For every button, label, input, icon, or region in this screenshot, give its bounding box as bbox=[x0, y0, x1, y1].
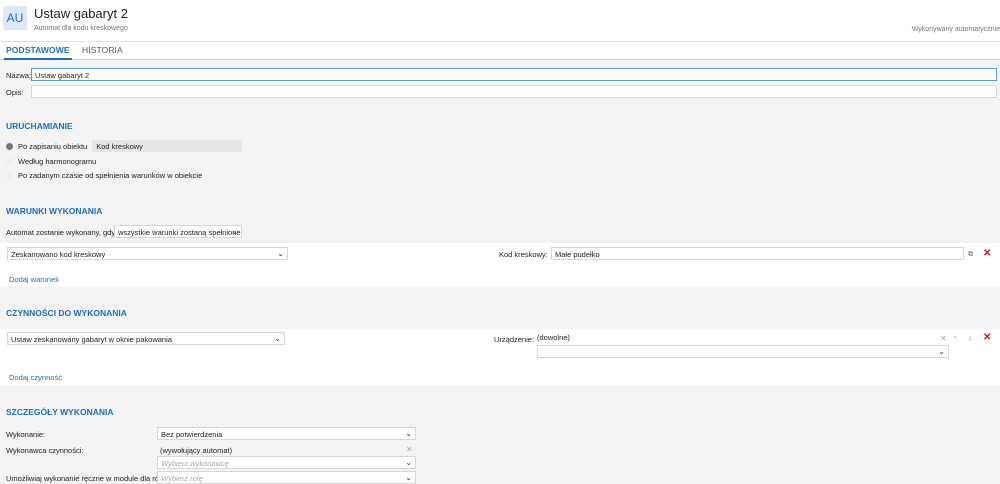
name-label: Nazwa: bbox=[6, 71, 32, 80]
executor-label: Wykonawca czynności: bbox=[6, 446, 84, 455]
conditions-section-title: WARUNKI WYKONANIA bbox=[6, 206, 103, 216]
delete-condition-icon[interactable]: ✕ bbox=[983, 249, 991, 259]
action-type-select[interactable]: Ustaw zeskanowany gabaryt w oknie pakowa… bbox=[7, 332, 285, 345]
arrow-down-icon[interactable]: ↓ bbox=[968, 333, 972, 343]
conditions-mode-value: wszystkie warunki zostaną spełnione bbox=[118, 228, 241, 237]
action-type-value: Ustaw zeskanowany gabaryt w oknie pakowa… bbox=[11, 335, 172, 344]
actions-section-title: CZYNNOŚCI DO WYKONANIA bbox=[6, 308, 127, 318]
manual-roles-placeholder: Wybierz rolę bbox=[161, 474, 203, 483]
open-link-icon[interactable]: ⧉ bbox=[968, 250, 973, 260]
details-section-title: SZCZEGÓŁY WYKONANIA bbox=[6, 407, 114, 417]
tab-basic[interactable]: PODSTAWOWE bbox=[4, 45, 72, 60]
execution-status: Wykonywany automatycznie bbox=[911, 26, 1000, 33]
delete-action-icon[interactable]: ✕ bbox=[983, 333, 991, 343]
chevron-down-icon: ⌄ bbox=[277, 249, 284, 258]
radio-unchecked-icon[interactable] bbox=[6, 171, 13, 179]
manual-roles-select[interactable]: Wybierz rolę ⌄ bbox=[157, 471, 416, 484]
trigger-option-schedule[interactable]: Według harmonogramu bbox=[6, 155, 96, 167]
add-action-link[interactable]: Dodaj czynność bbox=[9, 373, 62, 382]
clear-executor-icon[interactable]: ✕ bbox=[406, 445, 413, 455]
executor-placeholder: Wybierz wykonawcę bbox=[161, 459, 229, 468]
trigger-option-delay[interactable]: Po zadanym czasie od spełnienia warunków… bbox=[6, 169, 202, 181]
chevron-down-icon: ⌄ bbox=[231, 227, 238, 236]
trigger-option-label: Po zapisaniu obiektu bbox=[18, 141, 88, 151]
tab-history[interactable]: HISTORIA bbox=[82, 45, 123, 55]
name-field[interactable]: Ustaw gabaryt 2 bbox=[31, 68, 997, 81]
header: AU Ustaw gabaryt 2 Automat dla kodu kres… bbox=[0, 0, 1000, 42]
description-field[interactable] bbox=[31, 85, 997, 98]
description-label: Opis: bbox=[6, 88, 24, 97]
chevron-down-icon: ⌄ bbox=[405, 429, 412, 438]
device-label: Urządzenie: bbox=[494, 335, 535, 344]
avatar: AU bbox=[3, 6, 27, 30]
executor-select[interactable]: Wybierz wykonawcę ⌄ bbox=[157, 456, 416, 469]
condition-type-select[interactable]: Zeskanowano kod kreskowy ⌄ bbox=[7, 247, 288, 260]
arrow-up-icon[interactable]: ↑ bbox=[953, 333, 957, 343]
executor-value: (wywołujący automat) bbox=[160, 446, 233, 455]
barcode-field[interactable]: Małe pudełko bbox=[551, 247, 964, 260]
execution-select[interactable]: Bez potwierdzenia ⌄ bbox=[157, 427, 416, 440]
trigger-option-label: Według harmonogramu bbox=[18, 156, 97, 166]
condition-type-value: Zeskanowano kod kreskowy bbox=[11, 250, 106, 259]
trigger-option-label: Po zadanym czasie od spełnienia warunków… bbox=[18, 170, 203, 180]
chevron-down-icon: ⌄ bbox=[405, 473, 412, 482]
device-value: (dowolne) bbox=[537, 333, 570, 342]
barcode-label: Kod kreskowy: bbox=[499, 250, 548, 259]
chevron-down-icon: ⌄ bbox=[938, 347, 945, 356]
execution-value: Bez potwierdzenia bbox=[161, 430, 223, 439]
execution-label: Wykonanie: bbox=[6, 430, 46, 439]
page-subtitle: Automat dla kodu kreskowego bbox=[34, 25, 128, 32]
device-select[interactable]: ⌄ bbox=[537, 345, 949, 358]
radio-checked-icon[interactable] bbox=[6, 142, 13, 150]
trigger-section-title: URUCHAMIANIE bbox=[6, 121, 73, 131]
clear-icon[interactable]: ✕ bbox=[940, 334, 947, 344]
chevron-down-icon: ⌄ bbox=[405, 458, 412, 467]
manual-roles-label: Umożliwiaj wykonanie ręczne w module dla… bbox=[6, 474, 163, 483]
conditions-intro-label: Automat zostanie wykonany, gdy bbox=[6, 228, 116, 237]
chevron-down-icon: ⌄ bbox=[274, 334, 281, 343]
radio-unchecked-icon[interactable] bbox=[6, 157, 13, 165]
object-type-chip: Kod kreskowy bbox=[92, 140, 243, 152]
trigger-option-on-save[interactable]: Po zapisaniu obiektu Kod kreskowy bbox=[6, 140, 243, 152]
add-condition-link[interactable]: Dodaj warunek bbox=[9, 275, 59, 284]
tab-bar: PODSTAWOWE HISTORIA bbox=[0, 42, 1000, 60]
page-title: Ustaw gabaryt 2 bbox=[34, 6, 128, 21]
conditions-mode-select[interactable]: wszystkie warunki zostaną spełnione ⌄ bbox=[114, 225, 242, 238]
